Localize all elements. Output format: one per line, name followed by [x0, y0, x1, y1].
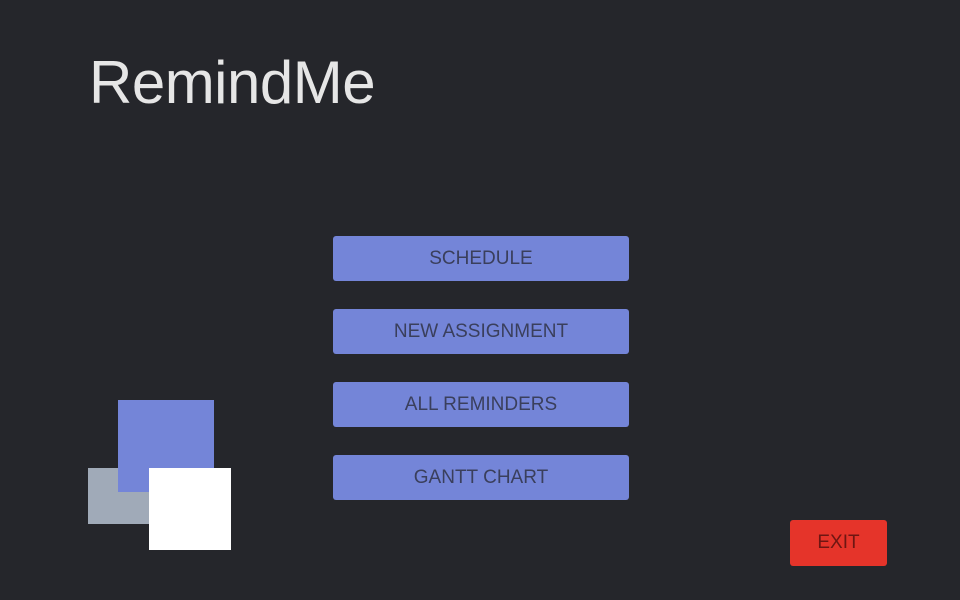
schedule-button[interactable]: SCHEDULE	[333, 236, 629, 281]
logo-squares-graphic	[88, 400, 233, 552]
gantt-chart-button[interactable]: GANTT CHART	[333, 455, 629, 500]
logo-white-square	[149, 468, 231, 550]
main-menu: SCHEDULE NEW ASSIGNMENT ALL REMINDERS GA…	[333, 236, 629, 528]
app-title: RemindMe	[89, 49, 376, 116]
exit-button[interactable]: EXIT	[790, 520, 887, 566]
new-assignment-button[interactable]: NEW ASSIGNMENT	[333, 309, 629, 354]
all-reminders-button[interactable]: ALL REMINDERS	[333, 382, 629, 427]
